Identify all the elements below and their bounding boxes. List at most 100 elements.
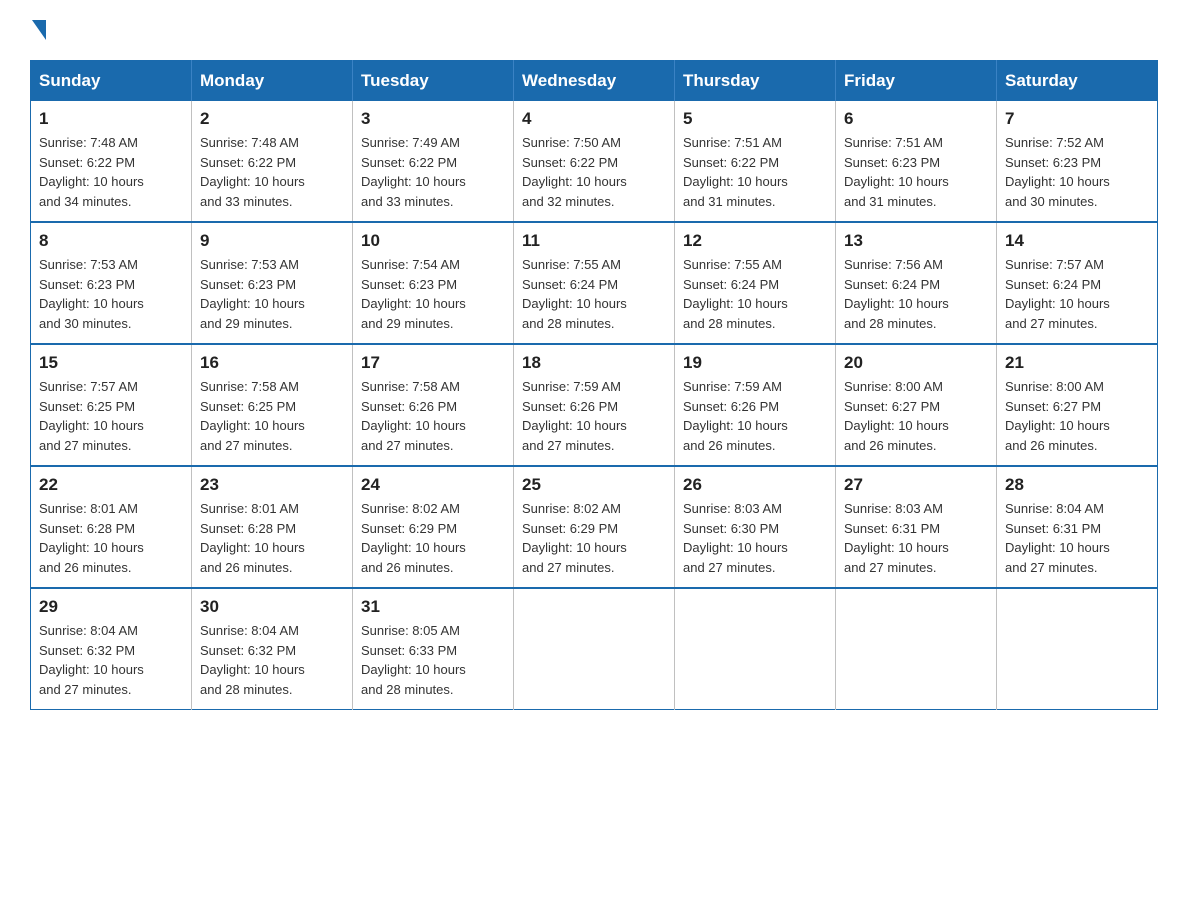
day-number: 21 <box>1005 353 1149 373</box>
day-info: Sunrise: 7:51 AM Sunset: 6:22 PM Dayligh… <box>683 133 827 211</box>
calendar-week-row: 15 Sunrise: 7:57 AM Sunset: 6:25 PM Dayli… <box>31 344 1158 466</box>
day-number: 4 <box>522 109 666 129</box>
day-number: 29 <box>39 597 183 617</box>
day-info: Sunrise: 7:52 AM Sunset: 6:23 PM Dayligh… <box>1005 133 1149 211</box>
day-info: Sunrise: 7:48 AM Sunset: 6:22 PM Dayligh… <box>200 133 344 211</box>
day-info: Sunrise: 7:57 AM Sunset: 6:25 PM Dayligh… <box>39 377 183 455</box>
calendar-day-cell: 16 Sunrise: 7:58 AM Sunset: 6:25 PM Dayli… <box>192 344 353 466</box>
page-header <box>30 20 1158 42</box>
day-number: 1 <box>39 109 183 129</box>
day-info: Sunrise: 7:58 AM Sunset: 6:25 PM Dayligh… <box>200 377 344 455</box>
calendar-day-cell: 26Sunrise: 8:03 AM Sunset: 6:30 PM Dayli… <box>675 466 836 588</box>
day-info: Sunrise: 8:02 AM Sunset: 6:29 PM Dayligh… <box>522 499 666 577</box>
calendar-day-cell: 30 Sunrise: 8:04 AM Sunset: 6:32 PM Dayli… <box>192 588 353 710</box>
day-info: Sunrise: 8:03 AM Sunset: 6:31 PM Dayligh… <box>844 499 988 577</box>
day-info: Sunrise: 7:53 AM Sunset: 6:23 PM Dayligh… <box>39 255 183 333</box>
empty-calendar-cell <box>675 588 836 710</box>
empty-calendar-cell <box>836 588 997 710</box>
column-header-thursday: Thursday <box>675 61 836 102</box>
column-header-monday: Monday <box>192 61 353 102</box>
column-header-sunday: Sunday <box>31 61 192 102</box>
calendar-day-cell: 4 Sunrise: 7:50 AM Sunset: 6:22 PM Daylig… <box>514 101 675 222</box>
day-info: Sunrise: 8:05 AM Sunset: 6:33 PM Dayligh… <box>361 621 505 699</box>
day-info: Sunrise: 8:00 AM Sunset: 6:27 PM Dayligh… <box>844 377 988 455</box>
day-number: 24 <box>361 475 505 495</box>
day-info: Sunrise: 7:53 AM Sunset: 6:23 PM Dayligh… <box>200 255 344 333</box>
day-number: 12 <box>683 231 827 251</box>
day-info: Sunrise: 7:49 AM Sunset: 6:22 PM Dayligh… <box>361 133 505 211</box>
calendar-day-cell: 15 Sunrise: 7:57 AM Sunset: 6:25 PM Dayli… <box>31 344 192 466</box>
day-number: 30 <box>200 597 344 617</box>
day-info: Sunrise: 7:58 AM Sunset: 6:26 PM Dayligh… <box>361 377 505 455</box>
calendar-header-row: SundayMondayTuesdayWednesdayThursdayFrid… <box>31 61 1158 102</box>
calendar-day-cell: 8 Sunrise: 7:53 AM Sunset: 6:23 PM Daylig… <box>31 222 192 344</box>
day-info: Sunrise: 8:04 AM Sunset: 6:32 PM Dayligh… <box>200 621 344 699</box>
column-header-saturday: Saturday <box>997 61 1158 102</box>
day-number: 3 <box>361 109 505 129</box>
day-info: Sunrise: 7:59 AM Sunset: 6:26 PM Dayligh… <box>683 377 827 455</box>
calendar-day-cell: 7Sunrise: 7:52 AM Sunset: 6:23 PM Daylig… <box>997 101 1158 222</box>
calendar-day-cell: 10Sunrise: 7:54 AM Sunset: 6:23 PM Dayli… <box>353 222 514 344</box>
calendar-day-cell: 13Sunrise: 7:56 AM Sunset: 6:24 PM Dayli… <box>836 222 997 344</box>
day-number: 20 <box>844 353 988 373</box>
day-number: 8 <box>39 231 183 251</box>
logo <box>30 20 48 42</box>
day-number: 5 <box>683 109 827 129</box>
calendar-week-row: 8 Sunrise: 7:53 AM Sunset: 6:23 PM Daylig… <box>31 222 1158 344</box>
day-info: Sunrise: 8:04 AM Sunset: 6:32 PM Dayligh… <box>39 621 183 699</box>
day-number: 22 <box>39 475 183 495</box>
calendar-day-cell: 28 Sunrise: 8:04 AM Sunset: 6:31 PM Dayli… <box>997 466 1158 588</box>
day-info: Sunrise: 8:01 AM Sunset: 6:28 PM Dayligh… <box>200 499 344 577</box>
column-header-wednesday: Wednesday <box>514 61 675 102</box>
calendar-week-row: 1 Sunrise: 7:48 AM Sunset: 6:22 PM Daylig… <box>31 101 1158 222</box>
calendar-day-cell: 27 Sunrise: 8:03 AM Sunset: 6:31 PM Dayli… <box>836 466 997 588</box>
calendar-day-cell: 9 Sunrise: 7:53 AM Sunset: 6:23 PM Daylig… <box>192 222 353 344</box>
calendar-week-row: 29 Sunrise: 8:04 AM Sunset: 6:32 PM Dayli… <box>31 588 1158 710</box>
day-number: 10 <box>361 231 505 251</box>
calendar-table: SundayMondayTuesdayWednesdayThursdayFrid… <box>30 60 1158 710</box>
day-info: Sunrise: 7:59 AM Sunset: 6:26 PM Dayligh… <box>522 377 666 455</box>
day-number: 25 <box>522 475 666 495</box>
day-info: Sunrise: 7:48 AM Sunset: 6:22 PM Dayligh… <box>39 133 183 211</box>
day-number: 11 <box>522 231 666 251</box>
day-info: Sunrise: 8:02 AM Sunset: 6:29 PM Dayligh… <box>361 499 505 577</box>
calendar-day-cell: 23 Sunrise: 8:01 AM Sunset: 6:28 PM Dayli… <box>192 466 353 588</box>
calendar-day-cell: 5 Sunrise: 7:51 AM Sunset: 6:22 PM Daylig… <box>675 101 836 222</box>
calendar-day-cell: 24 Sunrise: 8:02 AM Sunset: 6:29 PM Dayli… <box>353 466 514 588</box>
day-number: 28 <box>1005 475 1149 495</box>
calendar-day-cell: 2 Sunrise: 7:48 AM Sunset: 6:22 PM Daylig… <box>192 101 353 222</box>
calendar-day-cell: 14Sunrise: 7:57 AM Sunset: 6:24 PM Dayli… <box>997 222 1158 344</box>
day-number: 6 <box>844 109 988 129</box>
day-info: Sunrise: 7:57 AM Sunset: 6:24 PM Dayligh… <box>1005 255 1149 333</box>
day-info: Sunrise: 7:50 AM Sunset: 6:22 PM Dayligh… <box>522 133 666 211</box>
day-number: 9 <box>200 231 344 251</box>
calendar-day-cell: 22 Sunrise: 8:01 AM Sunset: 6:28 PM Dayli… <box>31 466 192 588</box>
day-number: 27 <box>844 475 988 495</box>
day-number: 31 <box>361 597 505 617</box>
calendar-day-cell: 1 Sunrise: 7:48 AM Sunset: 6:22 PM Daylig… <box>31 101 192 222</box>
day-number: 18 <box>522 353 666 373</box>
day-info: Sunrise: 8:00 AM Sunset: 6:27 PM Dayligh… <box>1005 377 1149 455</box>
calendar-day-cell: 12 Sunrise: 7:55 AM Sunset: 6:24 PM Dayli… <box>675 222 836 344</box>
empty-calendar-cell <box>514 588 675 710</box>
calendar-day-cell: 29 Sunrise: 8:04 AM Sunset: 6:32 PM Dayli… <box>31 588 192 710</box>
day-info: Sunrise: 7:55 AM Sunset: 6:24 PM Dayligh… <box>683 255 827 333</box>
day-number: 26 <box>683 475 827 495</box>
day-info: Sunrise: 7:56 AM Sunset: 6:24 PM Dayligh… <box>844 255 988 333</box>
calendar-day-cell: 21 Sunrise: 8:00 AM Sunset: 6:27 PM Dayli… <box>997 344 1158 466</box>
day-number: 2 <box>200 109 344 129</box>
calendar-day-cell: 11 Sunrise: 7:55 AM Sunset: 6:24 PM Dayli… <box>514 222 675 344</box>
day-info: Sunrise: 8:01 AM Sunset: 6:28 PM Dayligh… <box>39 499 183 577</box>
calendar-day-cell: 18 Sunrise: 7:59 AM Sunset: 6:26 PM Dayli… <box>514 344 675 466</box>
day-number: 23 <box>200 475 344 495</box>
calendar-day-cell: 6Sunrise: 7:51 AM Sunset: 6:23 PM Daylig… <box>836 101 997 222</box>
calendar-day-cell: 19Sunrise: 7:59 AM Sunset: 6:26 PM Dayli… <box>675 344 836 466</box>
day-info: Sunrise: 8:04 AM Sunset: 6:31 PM Dayligh… <box>1005 499 1149 577</box>
calendar-day-cell: 20 Sunrise: 8:00 AM Sunset: 6:27 PM Dayli… <box>836 344 997 466</box>
empty-calendar-cell <box>997 588 1158 710</box>
day-number: 15 <box>39 353 183 373</box>
column-header-tuesday: Tuesday <box>353 61 514 102</box>
day-number: 16 <box>200 353 344 373</box>
calendar-day-cell: 31 Sunrise: 8:05 AM Sunset: 6:33 PM Dayli… <box>353 588 514 710</box>
day-info: Sunrise: 7:55 AM Sunset: 6:24 PM Dayligh… <box>522 255 666 333</box>
